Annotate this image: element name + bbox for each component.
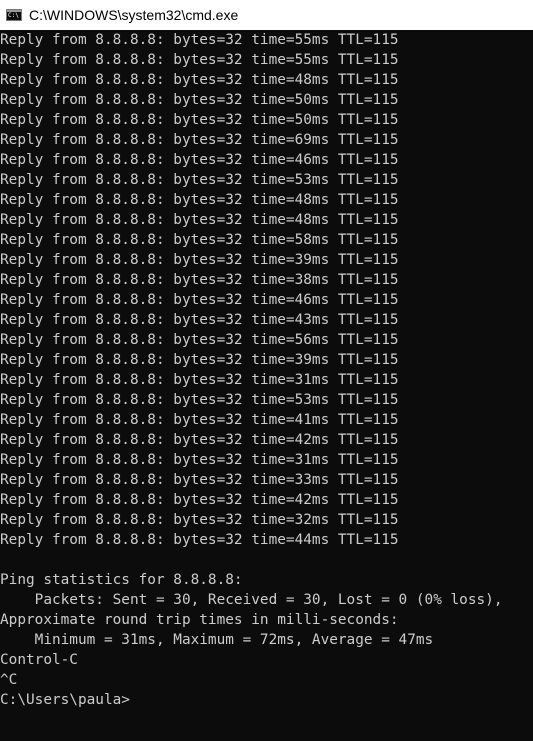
console-output[interactable]: Reply from 8.8.8.8: bytes=32 time=55ms T…	[0, 30, 533, 741]
cmd-icon-label: C:\	[8, 12, 19, 19]
console-line: Reply from 8.8.8.8: bytes=32 time=58ms T…	[0, 232, 399, 248]
cmd-window: C:\ C:\WINDOWS\system32\cmd.exe Reply fr…	[0, 0, 533, 741]
console-line: Ping statistics for 8.8.8.8:	[0, 572, 243, 588]
console-line: Reply from 8.8.8.8: bytes=32 time=55ms T…	[0, 32, 399, 48]
console-line: Reply from 8.8.8.8: bytes=32 time=50ms T…	[0, 92, 399, 108]
console-line: Reply from 8.8.8.8: bytes=32 time=53ms T…	[0, 392, 399, 408]
console-line: Reply from 8.8.8.8: bytes=32 time=53ms T…	[0, 172, 399, 188]
console-line: Reply from 8.8.8.8: bytes=32 time=50ms T…	[0, 112, 399, 128]
console-line: Reply from 8.8.8.8: bytes=32 time=55ms T…	[0, 52, 399, 68]
console-line: Reply from 8.8.8.8: bytes=32 time=31ms T…	[0, 372, 399, 388]
console-line: Reply from 8.8.8.8: bytes=32 time=43ms T…	[0, 312, 399, 328]
console-line: ^C	[0, 672, 18, 688]
console-line: Reply from 8.8.8.8: bytes=32 time=46ms T…	[0, 152, 399, 168]
window-title: C:\WINDOWS\system32\cmd.exe	[29, 7, 239, 23]
console-line: Reply from 8.8.8.8: bytes=32 time=38ms T…	[0, 272, 399, 288]
console-line: Reply from 8.8.8.8: bytes=32 time=48ms T…	[0, 72, 399, 88]
console-line: Reply from 8.8.8.8: bytes=32 time=48ms T…	[0, 212, 399, 228]
console-line: Reply from 8.8.8.8: bytes=32 time=56ms T…	[0, 332, 399, 348]
console-line: Reply from 8.8.8.8: bytes=32 time=39ms T…	[0, 352, 399, 368]
console-line: Reply from 8.8.8.8: bytes=32 time=42ms T…	[0, 492, 399, 508]
console-line: Reply from 8.8.8.8: bytes=32 time=46ms T…	[0, 292, 399, 308]
title-bar[interactable]: C:\ C:\WINDOWS\system32\cmd.exe	[0, 0, 533, 30]
cmd-icon: C:\	[6, 9, 22, 21]
console-line: Reply from 8.8.8.8: bytes=32 time=48ms T…	[0, 192, 399, 208]
console-line: Reply from 8.8.8.8: bytes=32 time=44ms T…	[0, 532, 399, 548]
console-line: Control-C	[0, 652, 78, 668]
console-line: Reply from 8.8.8.8: bytes=32 time=69ms T…	[0, 132, 399, 148]
console-line: Reply from 8.8.8.8: bytes=32 time=31ms T…	[0, 452, 399, 468]
console-line: Packets: Sent = 30, Received = 30, Lost …	[0, 592, 503, 608]
console-line: Reply from 8.8.8.8: bytes=32 time=33ms T…	[0, 472, 399, 488]
console-line: Reply from 8.8.8.8: bytes=32 time=39ms T…	[0, 252, 399, 268]
console-line: Approximate round trip times in milli-se…	[0, 612, 399, 628]
command-prompt: C:\Users\paula>	[0, 692, 130, 708]
console-line: Reply from 8.8.8.8: bytes=32 time=41ms T…	[0, 412, 399, 428]
console-line: Minimum = 31ms, Maximum = 72ms, Average …	[0, 632, 434, 648]
console-line: Reply from 8.8.8.8: bytes=32 time=32ms T…	[0, 512, 399, 528]
console-line: Reply from 8.8.8.8: bytes=32 time=42ms T…	[0, 432, 399, 448]
